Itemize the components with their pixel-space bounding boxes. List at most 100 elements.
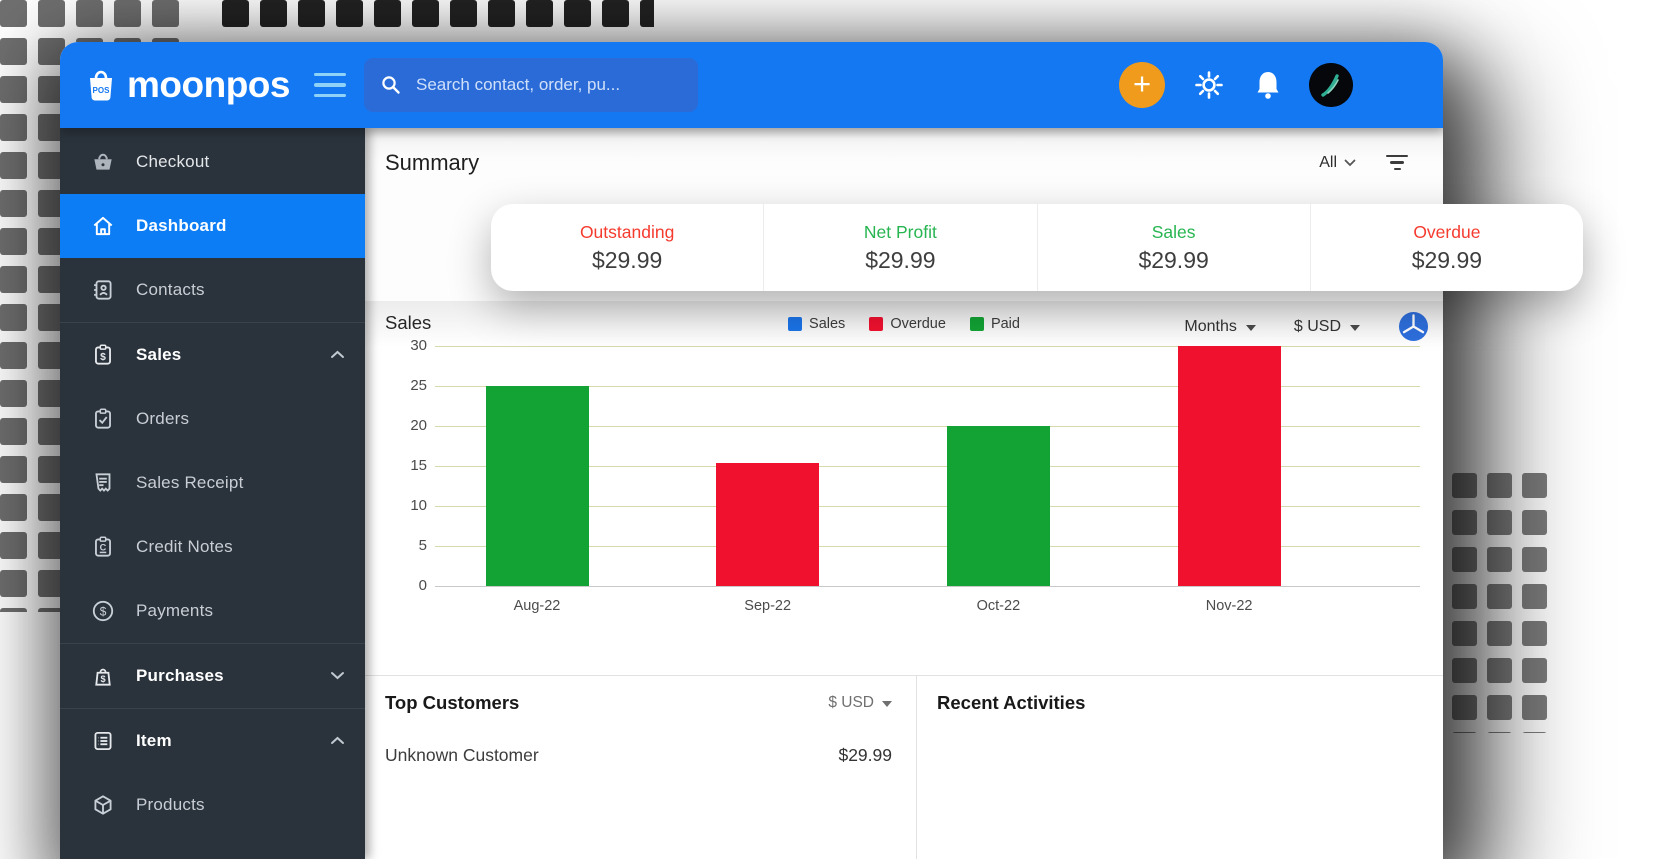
pixel-grid-top (222, 0, 654, 33)
y-axis-label: 5 (418, 537, 427, 554)
app-window: POS moonpos + (60, 42, 1443, 859)
sidebar-item-dashboard[interactable]: Dashboard (60, 194, 365, 258)
chevron-up-icon (330, 732, 345, 750)
chevron-down-icon (1344, 159, 1356, 166)
sidebar-item-label: Payments (136, 601, 214, 620)
svg-text:$: $ (100, 604, 107, 618)
filter-icon[interactable] (1386, 154, 1408, 171)
triangle-down-icon (1350, 324, 1360, 331)
sidebar-item-payments[interactable]: $ Payments (60, 579, 365, 643)
card-value: $29.99 (1138, 246, 1209, 273)
bar-Oct-22 (946, 426, 1050, 586)
pie-chart-toggle-icon[interactable] (1398, 311, 1429, 342)
summary-card-outstanding: Outstanding $29.99 (491, 204, 763, 291)
x-axis-label: Sep-22 (744, 598, 792, 614)
page: POS moonpos + (0, 0, 1656, 859)
sidebar-item-label: Sales (136, 345, 182, 364)
search-bar[interactable] (363, 58, 698, 112)
legend-label: Overdue (890, 316, 946, 332)
card-value: $29.99 (865, 246, 936, 273)
top-customers-title: Top Customers (385, 692, 520, 713)
legend-label: Paid (990, 316, 1020, 332)
sidebar-item-label: Purchases (136, 666, 224, 685)
bar-Aug-22 (485, 386, 589, 586)
x-axis-label: Aug-22 (513, 598, 561, 614)
sidebar-item-label: Credit Notes (136, 537, 233, 556)
recent-activities-title: Recent Activities (937, 692, 1086, 713)
customers-currency-dropdown[interactable]: $ USD (828, 694, 892, 712)
y-axis-label: 10 (410, 497, 427, 514)
summary-card-sales: Sales $29.99 (1036, 204, 1310, 291)
sidebar-item-label: Item (136, 731, 172, 750)
top-customers-panel: Top Customers $ USD Unknown Customer $29… (365, 676, 917, 859)
settings-gear-icon[interactable] (1191, 67, 1227, 103)
legend-item-sales[interactable]: Sales (788, 316, 845, 332)
x-axis-label: Oct-22 (976, 598, 1021, 614)
y-axis-label: 25 (410, 377, 427, 394)
customers-currency-label: $ USD (828, 694, 874, 711)
triangle-down-icon (882, 701, 892, 707)
sidebar-item-orders[interactable]: Orders (60, 387, 365, 451)
svg-text:POS: POS (93, 86, 111, 95)
summary-card-overdue: Overdue $29.99 (1309, 204, 1583, 291)
add-button[interactable]: + (1119, 62, 1165, 108)
sidebar-item-item[interactable]: Item (60, 709, 365, 773)
sidebar-item-contacts[interactable]: Contacts (60, 258, 365, 322)
search-input[interactable] (413, 74, 682, 96)
sidebar-item-label: Orders (136, 409, 190, 428)
sidebar-item-credit-notes[interactable]: C Credit Notes (60, 515, 365, 579)
sidebar-item-label: Sales Receipt (136, 473, 244, 492)
products-box-icon (88, 792, 118, 818)
payments-dollar-icon: $ (88, 598, 118, 624)
item-list-icon (88, 728, 118, 754)
sidebar-item-sales-receipt[interactable]: Sales Receipt (60, 451, 365, 515)
bar-Sep-22 (716, 462, 820, 586)
chevron-down-icon (330, 667, 345, 685)
x-axis-label: Nov-22 (1205, 598, 1253, 614)
search-icon (382, 76, 400, 94)
page-title: Summary (385, 149, 480, 175)
y-axis-label: 30 (410, 337, 427, 354)
summary-header: Summary All (365, 128, 1443, 197)
currency-dropdown[interactable]: $ USD (1294, 318, 1360, 336)
sidebar-item-purchases[interactable]: $ Purchases (60, 644, 365, 708)
legend-swatch-icon (969, 317, 984, 331)
currency-dropdown-label: $ USD (1293, 317, 1341, 335)
svg-text:$: $ (100, 674, 105, 684)
customer-row[interactable]: Unknown Customer $29.99 (385, 745, 892, 766)
sidebar-item-sales[interactable]: $ Sales (60, 323, 365, 387)
sales-chart-card: Sales Sales Overdue Paid Months $ USD 0 … (365, 301, 1443, 675)
y-axis-label: 0 (418, 577, 427, 594)
sidebar-item-products[interactable]: Products (60, 773, 365, 837)
topbar-actions: + (1119, 62, 1353, 108)
notifications-bell-icon[interactable] (1253, 69, 1283, 101)
brand-title: moonpos (127, 64, 290, 105)
legend-item-overdue[interactable]: Overdue (869, 316, 946, 332)
card-value: $29.99 (591, 246, 663, 273)
bottom-panels: Top Customers $ USD Unknown Customer $29… (365, 675, 1443, 859)
legend-swatch-icon (869, 317, 884, 331)
avatar[interactable] (1309, 63, 1353, 107)
range-dropdown[interactable]: All (1319, 154, 1356, 172)
sidebar-item-label: Contacts (136, 280, 205, 299)
bar-Nov-22 (1177, 346, 1281, 586)
pos-bag-logo-icon: POS (90, 70, 112, 101)
card-label: Sales (1151, 221, 1196, 242)
menu-icon[interactable] (313, 72, 346, 98)
interval-dropdown-label: Months (1184, 317, 1237, 335)
triangle-down-icon (1245, 324, 1256, 331)
recent-activities-panel: Recent Activities (917, 676, 1443, 859)
credit-note-icon: C (88, 534, 118, 560)
sidebar-item-checkout[interactable]: Checkout (60, 130, 365, 194)
y-axis-label: 20 (410, 417, 427, 434)
card-value: $29.99 (1411, 246, 1483, 273)
legend-label: Sales (809, 316, 846, 332)
sidebar-item-label: Products (136, 795, 205, 814)
svg-text:$: $ (100, 352, 106, 363)
sidebar-item-label: Checkout (136, 152, 210, 171)
interval-dropdown[interactable]: Months (1184, 317, 1256, 336)
legend-swatch-icon (788, 317, 803, 331)
contacts-book-icon (88, 277, 118, 303)
summary-cards-strip: Outstanding $29.99 Net Profit $29.99 Sal… (491, 204, 1583, 291)
legend-item-paid[interactable]: Paid (969, 316, 1020, 332)
